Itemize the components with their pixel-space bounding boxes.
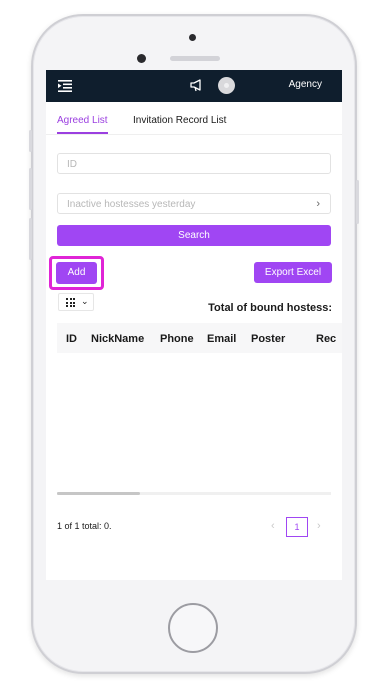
tabs-divider: [46, 134, 342, 135]
home-button[interactable]: [168, 603, 218, 653]
side-button-volume-up: [29, 168, 32, 210]
column-header-id[interactable]: ID: [66, 333, 77, 345]
column-header-nickname[interactable]: NickName: [91, 333, 144, 345]
camera-dot: [189, 34, 196, 41]
chevron-left-icon[interactable]: ‹: [271, 520, 275, 532]
total-bound-hostess: Total of bound hostess:: [208, 302, 332, 314]
add-button[interactable]: Add: [56, 262, 97, 284]
id-input-placeholder: ID: [67, 159, 77, 170]
search-button[interactable]: Search: [57, 225, 331, 246]
earpiece-speaker: [170, 56, 220, 61]
side-button-volume-down: [29, 218, 32, 260]
pagination-info: 1 of 1 total: 0.: [57, 521, 112, 531]
export-excel-button[interactable]: Export Excel: [254, 262, 332, 283]
menu-indent-icon[interactable]: [58, 80, 72, 92]
avatar-icon[interactable]: [218, 77, 235, 94]
column-settings-button[interactable]: ⌄: [58, 293, 94, 311]
side-button-power: [356, 180, 359, 224]
scrollbar-thumb[interactable]: [57, 492, 140, 495]
column-header-poster[interactable]: Poster: [251, 333, 285, 345]
chevron-down-icon: ⌄: [81, 296, 89, 306]
megaphone-icon[interactable]: [189, 77, 205, 93]
tab-invitation-record-list[interactable]: Invitation Record List: [133, 115, 226, 126]
status-select-placeholder: Inactive hostesses yesterday: [67, 199, 196, 210]
column-header-rec[interactable]: Rec: [316, 333, 336, 345]
chevron-right-icon[interactable]: ›: [317, 520, 321, 532]
app-screen: Agency Agreed List Invitation Record Lis…: [46, 70, 342, 580]
table-header: ID NickName Phone Email Poster Rec: [57, 323, 342, 353]
top-navbar: Agency: [46, 70, 342, 102]
page-current[interactable]: 1: [286, 517, 308, 537]
grid-icon: [66, 298, 76, 307]
status-select[interactable]: Inactive hostesses yesterday ›: [57, 193, 331, 214]
tab-agreed-list[interactable]: Agreed List: [57, 115, 108, 126]
chevron-right-icon: ›: [316, 198, 320, 210]
id-input[interactable]: ID: [57, 153, 331, 174]
side-button-mute: [29, 130, 32, 152]
front-camera: [137, 54, 146, 63]
column-header-email[interactable]: Email: [207, 333, 236, 345]
column-header-phone[interactable]: Phone: [160, 333, 194, 345]
agency-label[interactable]: Agency: [289, 79, 322, 90]
